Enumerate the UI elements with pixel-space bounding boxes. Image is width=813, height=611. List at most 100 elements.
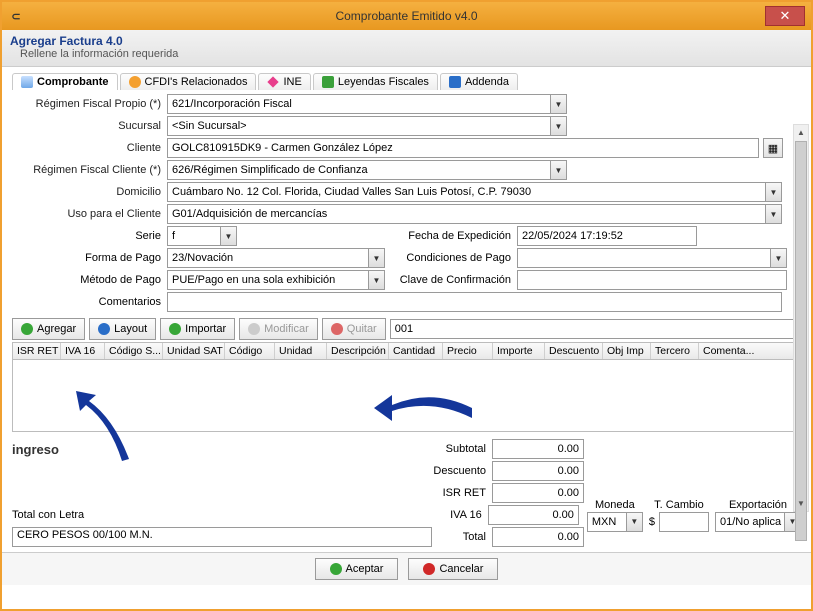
- cancelar-button[interactable]: Cancelar: [408, 558, 498, 580]
- label-tcambio: T. Cambio: [649, 499, 709, 511]
- serie-select[interactable]: f▼: [167, 226, 237, 246]
- tab-leyendas[interactable]: Leyendas Fiscales: [313, 73, 438, 90]
- col-header[interactable]: Descripción: [327, 343, 389, 359]
- scroll-thumb[interactable]: [795, 141, 807, 541]
- calendar-icon: ▦: [768, 142, 778, 155]
- tab-label: Leyendas Fiscales: [338, 76, 429, 88]
- label-serie: Serie: [12, 230, 167, 242]
- chevron-down-icon: ▼: [550, 117, 566, 135]
- label-cliente: Cliente: [12, 142, 167, 154]
- label-cond-pago: Condiciones de Pago: [397, 252, 517, 264]
- items-grid-header: ISR RET IVA 16 Código S... Unidad SAT Có…: [12, 342, 801, 360]
- tab-label: Comprobante: [37, 76, 109, 88]
- total-value: [492, 527, 584, 547]
- form-title: Agregar Factura 4.0: [10, 34, 803, 48]
- uso-select[interactable]: G01/Adquisición de mercancías▼: [167, 204, 782, 224]
- chevron-down-icon: ▼: [550, 95, 566, 113]
- chevron-down-icon: ▼: [368, 249, 384, 267]
- layout-icon: [98, 323, 110, 335]
- tab-strip: Comprobante CFDI's Relacionados INE Leye…: [12, 73, 801, 90]
- item-search-input[interactable]: [390, 319, 801, 339]
- col-header[interactable]: Unidad: [275, 343, 327, 359]
- col-header[interactable]: Precio: [443, 343, 493, 359]
- clave-conf-input[interactable]: [517, 270, 787, 290]
- col-header[interactable]: ISR RET: [13, 343, 61, 359]
- importar-button[interactable]: Importar: [160, 318, 235, 340]
- col-header[interactable]: Obj Imp: [603, 343, 651, 359]
- close-button[interactable]: ✕: [765, 6, 805, 26]
- chevron-down-icon: ▼: [550, 161, 566, 179]
- sucursal-select[interactable]: <Sin Sucursal>▼: [167, 116, 567, 136]
- scroll-down-icon[interactable]: ▼: [794, 496, 808, 511]
- cond-pago-select[interactable]: ▼: [517, 248, 787, 268]
- modificar-button[interactable]: Modificar: [239, 318, 318, 340]
- form-header: Agregar Factura 4.0 Rellene la informaci…: [2, 30, 811, 67]
- col-header[interactable]: Código S...: [105, 343, 163, 359]
- iva-value: [488, 505, 579, 525]
- label-comentarios: Comentarios: [12, 296, 167, 308]
- label-iva: IVA 16: [210, 509, 488, 521]
- col-header[interactable]: Código: [225, 343, 275, 359]
- tcambio-input[interactable]: [659, 512, 709, 532]
- col-header[interactable]: Unidad SAT: [163, 343, 225, 359]
- descuento-value: [492, 461, 584, 481]
- col-header[interactable]: IVA 16: [61, 343, 105, 359]
- label-subtotal: Subtotal: [212, 443, 492, 455]
- label-regimen-propio: Régimen Fiscal Propio (*): [12, 98, 167, 110]
- chevron-down-icon: ▼: [765, 183, 781, 201]
- forma-pago-select[interactable]: 23/Novación▼: [167, 248, 385, 268]
- link-icon: [129, 76, 141, 88]
- vertical-scrollbar[interactable]: ▲ ▼: [793, 124, 809, 512]
- chevron-down-icon: ▼: [626, 513, 642, 531]
- tab-comprobante[interactable]: Comprobante: [12, 73, 118, 90]
- scroll-up-icon[interactable]: ▲: [794, 125, 808, 140]
- titlebar: ⊂ Comprobante Emitido v4.0 ✕: [2, 2, 811, 30]
- regimen-propio-select[interactable]: 621/Incorporación Fiscal▼: [167, 94, 567, 114]
- label-total: Total: [212, 531, 492, 543]
- chevron-down-icon: ▼: [770, 249, 786, 267]
- cliente-input[interactable]: [167, 138, 759, 158]
- col-header[interactable]: Comenta...: [699, 343, 800, 359]
- comentarios-input[interactable]: [167, 292, 782, 312]
- edit-icon: [248, 323, 260, 335]
- currency-prefix: $: [649, 516, 655, 528]
- addenda-icon: [449, 76, 461, 88]
- remove-icon: [331, 323, 343, 335]
- label-export: Exportación: [715, 499, 801, 511]
- items-grid-body[interactable]: [12, 360, 801, 432]
- x-icon: [423, 563, 435, 575]
- layout-button[interactable]: Layout: [89, 318, 156, 340]
- label-moneda: Moneda: [587, 499, 643, 511]
- tab-cfdis[interactable]: CFDI's Relacionados: [120, 73, 257, 90]
- cliente-lookup-button[interactable]: ▦: [763, 138, 783, 158]
- label-sucursal: Sucursal: [12, 120, 167, 132]
- plus-icon: [21, 323, 33, 335]
- moneda-select[interactable]: MXN▼: [587, 512, 643, 532]
- col-header[interactable]: Descuento: [545, 343, 603, 359]
- import-icon: [169, 323, 181, 335]
- window-title: Comprobante Emitido v4.0: [2, 9, 811, 23]
- metodo-pago-select[interactable]: PUE/Pago en una sola exhibición▼: [167, 270, 385, 290]
- aceptar-button[interactable]: Aceptar: [315, 558, 399, 580]
- label-clave-conf: Clave de Confirmación: [397, 274, 517, 286]
- label-forma-pago: Forma de Pago: [12, 252, 167, 264]
- subtotal-value: [492, 439, 584, 459]
- domicilio-select[interactable]: Cuámbaro No. 12 Col. Florida, Ciudad Val…: [167, 182, 782, 202]
- chevron-down-icon: ▼: [220, 227, 236, 245]
- agregar-button[interactable]: Agregar: [12, 318, 85, 340]
- export-select[interactable]: 01/No aplica▼: [715, 512, 801, 532]
- label-regimen-cliente: Régimen Fiscal Cliente (*): [12, 164, 167, 176]
- tab-addenda[interactable]: Addenda: [440, 73, 518, 90]
- tab-ine[interactable]: INE: [258, 73, 310, 90]
- regimen-cliente-select[interactable]: 626/Régimen Simplificado de Confianza▼: [167, 160, 567, 180]
- col-header[interactable]: Importe: [493, 343, 545, 359]
- fecha-exp-input[interactable]: [517, 226, 697, 246]
- label-domicilio: Domicilio: [12, 186, 167, 198]
- app-icon: ⊂: [8, 8, 24, 24]
- diamond-icon: [268, 76, 279, 87]
- col-header[interactable]: Cantidad: [389, 343, 443, 359]
- chevron-down-icon: ▼: [765, 205, 781, 223]
- quitar-button[interactable]: Quitar: [322, 318, 386, 340]
- col-header[interactable]: Tercero: [651, 343, 699, 359]
- label-descuento: Descuento: [212, 465, 492, 477]
